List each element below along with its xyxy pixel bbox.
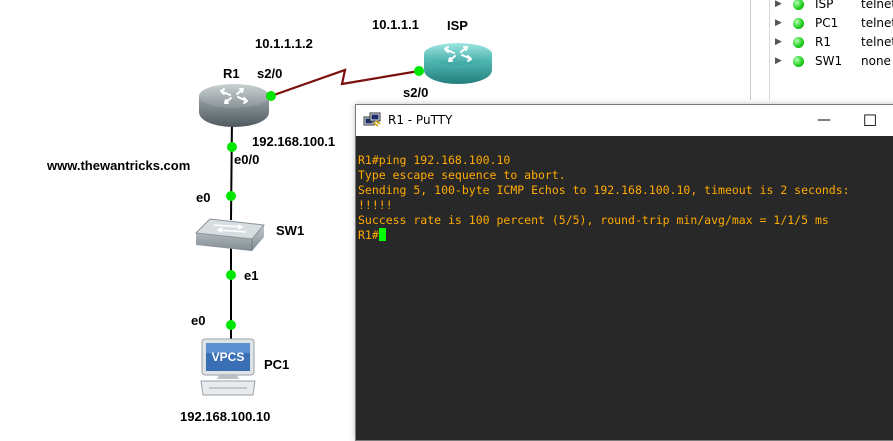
r1-serial-address-label: 10.1.1.1.2 [255, 36, 313, 51]
isp-interface-label: s2/0 [403, 85, 429, 100]
status-green-icon [793, 37, 804, 48]
isp-router-icon[interactable] [421, 40, 495, 86]
summary-device-name: R1 [815, 35, 831, 49]
summary-device-name: SW1 [815, 54, 843, 68]
putty-title: R1 - PuTTY [388, 113, 453, 127]
ethernet-link-r1-sw1 [230, 116, 233, 221]
r1-serial-interface-label: s2/0 [257, 66, 283, 81]
summary-console-type: telnet [861, 0, 893, 11]
pc1-name-label: PC1 [264, 357, 290, 372]
summary-device-name: ISP [815, 0, 834, 11]
summary-divider [769, 0, 770, 100]
terminal-prompt-line[interactable]: R1# [358, 228, 893, 243]
terminal-line: Success rate is 100 percent (5/5), round… [358, 213, 829, 227]
summary-console-type: none [861, 54, 891, 68]
status-green-icon [793, 56, 804, 67]
topology-summary-panel: ▶ ISP telnet ▶ PC1 telnet ▶ R1 telnet ▶ … [750, 0, 893, 100]
terminal-line: Sending 5, 100-byte ICMP Echos to 192.16… [358, 183, 850, 197]
terminal-output[interactable]: R1#ping 192.168.100.10 Type escape seque… [356, 136, 893, 440]
summary-console-type: telnet [861, 35, 893, 49]
expand-arrow-icon[interactable]: ▶ [775, 56, 782, 66]
status-green-icon [793, 0, 804, 10]
pc1-address-label: 192.168.100.10 [180, 409, 271, 424]
watermark-text: www.thewantricks.com [47, 158, 191, 173]
expand-arrow-icon[interactable]: ▶ [775, 0, 782, 9]
pc1-logo-text: VPCS [212, 350, 245, 364]
terminal-line: !!!!! [358, 198, 393, 212]
maximize-button[interactable]: ☐ [847, 105, 893, 136]
terminal-line: Type escape sequence to abort. [358, 168, 566, 182]
isp-name-label: ISP [447, 18, 468, 33]
sw1-name-label: SW1 [276, 223, 305, 238]
summary-device-name: PC1 [815, 16, 839, 30]
serial-link-r1-isp [270, 68, 420, 98]
r1-lan-address-label: 192.168.100.1 [252, 134, 336, 149]
minimize-button[interactable]: — [801, 105, 847, 136]
sw1-downlink-port-label: e1 [244, 268, 259, 283]
expand-arrow-icon[interactable]: ▶ [775, 18, 782, 28]
expand-arrow-icon[interactable]: ▶ [775, 37, 782, 47]
terminal-cursor [378, 228, 386, 241]
sw1-uplink-port-label: e0 [196, 190, 211, 205]
putty-titlebar[interactable]: R1 - PuTTY — ☐ [356, 105, 893, 136]
putty-window[interactable]: R1 - PuTTY — ☐ R1#ping 192.168.100.10 Ty… [355, 104, 893, 441]
sw1-switch-icon[interactable] [194, 217, 266, 255]
terminal-line: R1#ping 192.168.100.10 [358, 153, 511, 167]
putty-app-icon[interactable] [363, 112, 381, 128]
pc1-vpcs-icon[interactable]: VPCS [199, 337, 257, 397]
summary-console-type: telnet [861, 16, 893, 30]
r1-lan-interface-label: e0/0 [234, 152, 260, 167]
terminal-prompt: R1# [358, 228, 379, 242]
r1-router-icon[interactable] [196, 81, 272, 129]
isp-address-label: 10.1.1.1 [372, 17, 419, 32]
r1-name-label: R1 [223, 66, 240, 81]
pc1-port-label: e0 [191, 313, 206, 328]
status-green-icon [793, 18, 804, 29]
